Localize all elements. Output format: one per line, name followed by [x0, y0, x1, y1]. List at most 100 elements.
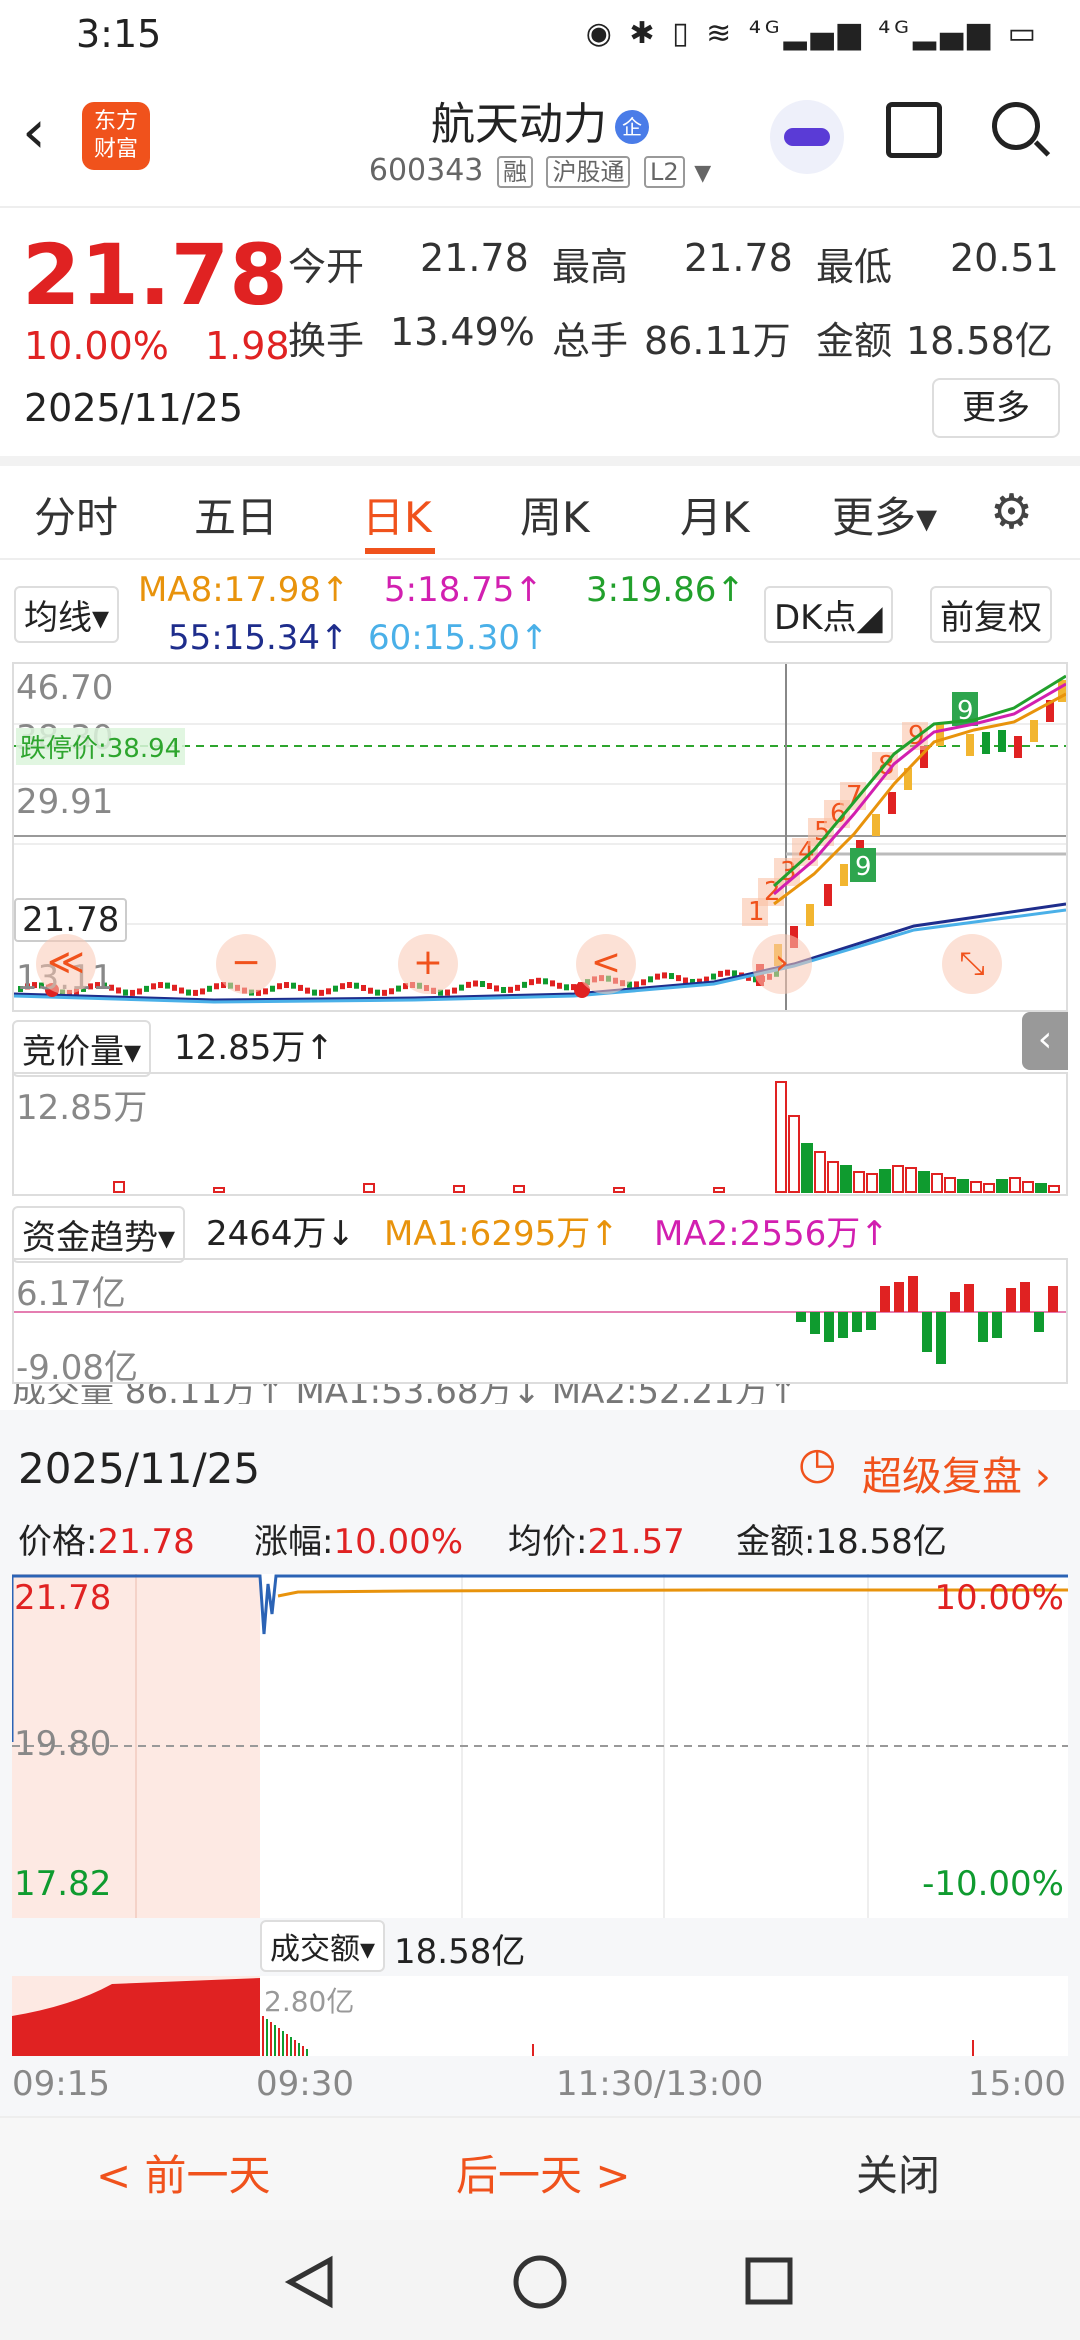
fund-flow-select[interactable]: 资金趋势▾ — [12, 1206, 186, 1263]
candle — [207, 985, 212, 992]
high-value: 21.78 — [684, 236, 793, 280]
candle — [459, 984, 464, 991]
stock-name: 航天动力 — [431, 99, 607, 150]
low-label: 最低 — [816, 245, 893, 289]
candle — [718, 970, 723, 977]
intraday-chart[interactable]: 21.78 19.80 17.82 10.00% -10.00% — [12, 1574, 1068, 1918]
turnover-select[interactable]: 成交额▾ — [260, 1920, 386, 1972]
high-label: 最高 — [552, 245, 629, 289]
candle — [263, 988, 268, 995]
replay-amount: 金额:18.58亿 — [736, 1514, 947, 1563]
close-button[interactable]: 关闭 — [856, 2142, 940, 2203]
replay-pct: 涨幅:10.00% — [254, 1514, 463, 1563]
candle — [193, 989, 198, 996]
tab-intraday[interactable]: 分时 — [34, 484, 118, 545]
next-day-button[interactable]: 后一天 > — [456, 2142, 631, 2203]
auction-bar — [931, 1173, 943, 1193]
tab-weekly-k[interactable]: 周K — [520, 484, 590, 545]
auction-value: 12.85万↑ — [174, 1028, 334, 1068]
candle — [137, 988, 142, 995]
replay-price: 价格:21.78 — [18, 1514, 195, 1563]
auction-bar — [814, 1151, 826, 1193]
open-label: 今开 — [288, 245, 365, 289]
replay-nav-bar: < 前一天 后一天 > 关闭 — [0, 2116, 1080, 2222]
tab-monthly-k[interactable]: 月K — [680, 484, 750, 545]
auction-bar — [113, 1181, 125, 1193]
fund-flow-chart: 6.17亿 -9.08亿 — [12, 1258, 1068, 1388]
super-replay-link[interactable]: 超级复盘 › — [862, 1444, 1051, 1502]
intraday-pct-bottom: -10.00% — [922, 1864, 1064, 1904]
kline-axis-mid2: 29.91 — [16, 782, 114, 822]
status-time: 3:15 — [76, 12, 162, 56]
candle — [824, 884, 832, 906]
ma60-value: 60:15.30↑ — [368, 618, 549, 658]
auction-select[interactable]: 竞价量▾ — [12, 1020, 152, 1077]
candle — [522, 981, 527, 988]
candle — [683, 977, 688, 984]
candle — [130, 989, 135, 996]
more-button[interactable]: 更多 — [932, 378, 1060, 438]
candle — [368, 987, 373, 994]
candle — [543, 978, 548, 985]
sequence-nine-label: 9 — [855, 852, 872, 882]
tag-level2: L2 — [644, 156, 685, 188]
fund-flow-ma1: MA1:6295万↑ — [384, 1214, 619, 1254]
replay-avg-label: 均价: — [508, 1522, 588, 1562]
search-icon[interactable] — [992, 102, 1040, 150]
assistant-robot-icon[interactable] — [770, 100, 844, 174]
candle — [186, 989, 191, 996]
intraday-axis-top: 21.78 — [14, 1578, 112, 1618]
turnover-bar — [262, 2016, 264, 2056]
tab-daily-k[interactable]: 日K — [362, 484, 432, 545]
time-label-close: 15:00 — [968, 2064, 1066, 2104]
quote-panel: 21.78 10.00% 1.98 2025/11/25 今开 21.78 最高… — [0, 206, 1080, 466]
auction-bar — [879, 1169, 891, 1193]
share-icon[interactable] — [886, 102, 942, 158]
kline-chart[interactable]: 12345678999 46.70 38.30 跌停价:38.94 29.91 … — [12, 662, 1068, 1012]
replay-pct-value: 10.00% — [333, 1522, 464, 1562]
candle — [1030, 720, 1038, 742]
candle — [116, 987, 121, 994]
time-label-0930: 09:30 — [256, 2064, 354, 2104]
candle — [982, 732, 990, 754]
ma-select[interactable]: 均线▾ — [14, 586, 120, 643]
next-candle-icon[interactable]: › — [752, 934, 812, 994]
side-drawer-toggle-icon[interactable]: ‹ — [1022, 1012, 1068, 1070]
auction-bar — [853, 1171, 865, 1193]
dk-point-button[interactable]: DK点◢ — [764, 586, 893, 643]
fund-flow-bar — [880, 1286, 890, 1312]
candle — [936, 724, 944, 746]
time-label-open: 09:15 — [12, 2064, 110, 2104]
prev-day-button[interactable]: < 前一天 — [96, 2142, 271, 2203]
nav-back-icon[interactable] — [284, 2255, 333, 2309]
zoom-in-icon[interactable]: + — [398, 934, 458, 994]
scroll-left-icon[interactable]: ≪ — [36, 934, 96, 994]
stock-code: 600343 — [368, 153, 484, 188]
super-replay-icon[interactable]: ◷ — [798, 1438, 836, 1489]
turnover-bar — [270, 2022, 272, 2056]
candle — [375, 989, 380, 996]
prev-candle-icon[interactable]: < — [576, 934, 636, 994]
auction-bar — [970, 1181, 982, 1193]
candle — [270, 985, 275, 992]
change-value: 1.98 — [205, 324, 290, 368]
auction-bar — [213, 1187, 225, 1193]
tab-more[interactable]: 更多▾ — [832, 484, 937, 545]
candle — [662, 972, 667, 979]
auction-bar — [892, 1165, 904, 1193]
fund-flow-bar — [894, 1282, 904, 1312]
adjust-button[interactable]: 前复权 — [930, 586, 1052, 643]
zoom-out-icon[interactable]: − — [216, 934, 276, 994]
ma55-value: 55:15.34↑ — [168, 618, 349, 658]
auction-bar — [801, 1143, 813, 1193]
turnover-bar — [532, 2044, 534, 2056]
candle — [676, 975, 681, 982]
candle — [361, 984, 366, 991]
nav-home-icon[interactable] — [513, 2255, 567, 2309]
settings-gear-icon[interactable]: ⚙ — [990, 484, 1033, 540]
fullscreen-icon[interactable]: ⤡ — [942, 934, 1002, 994]
tab-five-day[interactable]: 五日 — [194, 484, 278, 545]
time-label-noon: 11:30/13:00 — [556, 2064, 764, 2104]
nav-recents-icon[interactable] — [745, 2257, 793, 2305]
ma3-value: 3:19.86↑ — [586, 570, 745, 610]
